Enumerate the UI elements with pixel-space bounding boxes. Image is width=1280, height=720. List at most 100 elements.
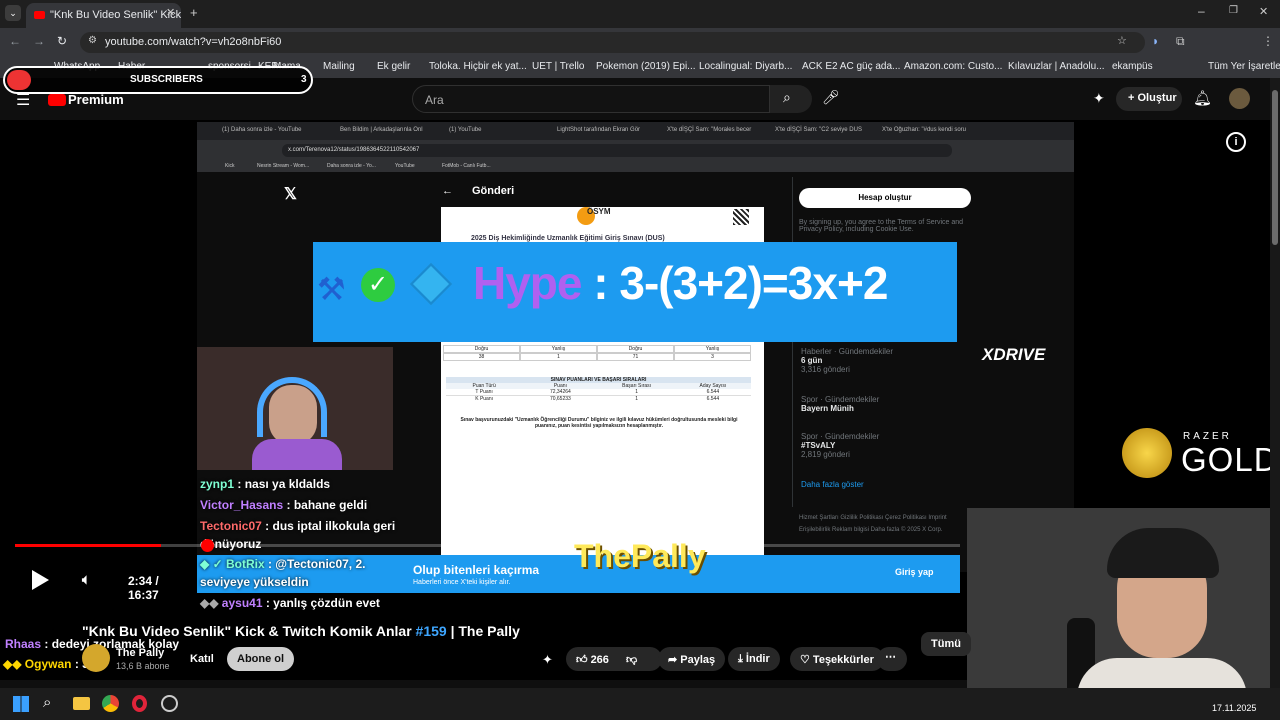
url-field[interactable]: ⚙ youtube.com/watch?v=vh2o8nbFi60 ☆ [80, 32, 1145, 53]
new-tab-icon[interactable]: + [190, 5, 198, 20]
search-icon: ⌕ [783, 89, 791, 105]
hype-text: Hype : 3-(3+2)=3x+2 [473, 256, 888, 310]
notifications-bell-icon[interactable]: 🔔︎ [1193, 89, 1212, 107]
bookmark-item[interactable]: Ek gelir [377, 61, 410, 72]
xdrive-logo: XDRIVE [982, 345, 1046, 364]
minimize-icon[interactable]: – [1198, 4, 1205, 18]
inner-url: x.com/Terenova12/status/1986364522110542… [282, 144, 952, 157]
inner-bookmark: Daha sonra izle - Yo... [327, 163, 376, 169]
streamer-face [269, 385, 317, 445]
cast-badge-icon[interactable]: ✦ [542, 652, 553, 668]
channel-name[interactable]: The Pally [116, 647, 164, 659]
check-badge-icon: ✓ [361, 268, 395, 302]
bookmark-item[interactable]: Tüm Yer İşaretleri [1208, 61, 1280, 72]
post-header: ← Gönderi [430, 177, 770, 207]
score-table: Doğru Yanlış Doğru Yanlış 38 1 71 3 [443, 345, 751, 361]
play-button[interactable] [32, 570, 49, 590]
more-icon: ⋯ [885, 651, 896, 663]
taskbar-date: 17.11.2025 [1212, 703, 1257, 713]
trend-name: Bayern Münih [801, 404, 854, 413]
hammer-icon: ⚒ [317, 271, 346, 307]
chat-text: : bahane geldi [286, 498, 368, 512]
browser-tab-active[interactable]: "Knk Bu Video Senlik" Kick & Tw [26, 3, 181, 28]
obs-icon[interactable] [161, 695, 178, 712]
gold-label: GOLD [1181, 441, 1279, 478]
bookmark-item[interactable]: UET | Trello [532, 61, 584, 72]
volume-icon[interactable]: 🔈︎ [82, 571, 90, 588]
tab-title: "Knk Bu Video Senlik" Kick & Tw [50, 9, 181, 21]
video-title-hashtag[interactable]: #159 [416, 623, 447, 639]
chat-user: Victor_Hasans [200, 498, 284, 512]
trend-item: Haberler · Gündemdekiler 6 gün 3,316 gön… [801, 347, 893, 374]
close-window-icon[interactable]: ✕ [1259, 5, 1268, 18]
chrome-icon[interactable] [102, 695, 119, 712]
results-cell: T Puanı [475, 389, 493, 395]
time-display: 2:34 / 16:37 [128, 574, 159, 602]
maximize-icon[interactable]: ❐ [1229, 5, 1238, 16]
channel-avatar[interactable] [82, 644, 110, 672]
puzzle-icon[interactable]: ⧉ [1176, 34, 1185, 49]
opera-icon[interactable] [132, 695, 147, 712]
cast-icon[interactable]: ✦ [1093, 90, 1105, 107]
dislike-icon[interactable]: 👎︎ [626, 653, 637, 666]
inner-tab-strip: (1) Daha sonra izle - YouTube Ben Bildim… [197, 122, 1074, 140]
doc-logo-text: ÖSYM [587, 207, 611, 216]
bookmark-item[interactable]: Localingual: Diyarb... [699, 61, 792, 72]
bookmark-item[interactable]: Pokemon (2019) Epi... [596, 61, 696, 72]
thumbs-up-icon: 👍︎ [576, 654, 591, 666]
show-more-link: Daha fazla göster [801, 480, 864, 489]
search-taskbar-icon[interactable]: ⌕ [43, 694, 51, 711]
url-text: youtube.com/watch?v=vh2o8nbFi60 [105, 36, 282, 48]
menu-icon[interactable]: ⋮ [1262, 34, 1274, 48]
inner-tab: X'te dİŞÇİ Sam: "Morales becer [667, 127, 752, 133]
banner-title: Olup bitenleri kaçırma [413, 563, 540, 577]
streamer-shirt [252, 439, 342, 470]
tab-list-button[interactable]: ⌄ [5, 5, 21, 21]
share-button[interactable]: ➦ Paylaş [658, 647, 726, 671]
subscriber-count: 13,6 B abone [116, 661, 170, 671]
bookmark-item[interactable]: Amazon.com: Custo... [904, 61, 1002, 72]
chat-user: BotRix [225, 557, 265, 571]
scrollbar-thumb[interactable] [1272, 90, 1278, 245]
info-icon[interactable]: i [1226, 132, 1246, 152]
back-arrow-icon: ← [442, 185, 453, 197]
thanks-icon: ♡ [800, 654, 813, 666]
subscribe-button[interactable]: Abone ol [227, 647, 295, 671]
file-explorer-icon[interactable] [73, 697, 90, 710]
results-cell: 70,65233 [549, 396, 571, 402]
create-button[interactable]: + Oluştur [1116, 87, 1182, 111]
extensions-icon[interactable]: ◗ [1152, 34, 1159, 48]
progress-scrubber[interactable] [201, 539, 214, 552]
bookmark-item[interactable]: Kılavuzlar | Anadolu... [1008, 61, 1105, 72]
voice-search-icon[interactable]: 🎤︎ [822, 89, 850, 109]
chat-user: Ogywan [24, 657, 72, 671]
like-button[interactable]: 👍︎ 266 👎︎ [566, 647, 662, 671]
bookmark-star-icon[interactable]: ☆ [1117, 34, 1127, 47]
all-filter-chip[interactable]: Tümü [921, 632, 971, 656]
bookmark-item[interactable]: ekampüs [1112, 61, 1153, 72]
more-actions-button[interactable]: ⋯ [877, 647, 907, 671]
chat-user: zynp1 [200, 477, 235, 491]
close-tab-icon[interactable]: ✕ [166, 6, 175, 19]
bookmark-item[interactable]: ACK E2 AC güç ada... [802, 61, 900, 72]
forward-icon[interactable]: → [33, 34, 45, 48]
youtube-logo-icon[interactable] [48, 94, 66, 106]
windows-start-icon[interactable] [13, 696, 29, 712]
back-icon[interactable]: ← [9, 34, 21, 48]
search-input[interactable]: Ara [412, 85, 770, 113]
trend-category: Spor · Gündemdekiler [801, 432, 880, 441]
x-right-panel: Hesap oluştur By signing up, you agree t… [792, 177, 992, 507]
avatar[interactable] [1229, 88, 1250, 109]
bookmark-item[interactable]: Mailing [323, 61, 355, 72]
player-controls: 🔈︎ 2:34 / 16:37 [0, 560, 190, 602]
thanks-button[interactable]: ♡ Teşekkürler [790, 647, 884, 671]
reload-icon[interactable]: ↻ [57, 34, 67, 48]
join-button[interactable]: Katıl [180, 647, 224, 671]
search-button[interactable]: ⌕ [770, 85, 812, 113]
chat-text: seviyeye yükseldin [200, 575, 309, 589]
download-button[interactable]: ⤓ İndir [728, 647, 780, 671]
bookmark-item[interactable]: Toloka. Hiçbir ek yat... [429, 61, 527, 72]
share-icon: ➦ [668, 654, 681, 666]
chat-text: : dus iptal ilkokula geri [265, 519, 396, 533]
qr-code [733, 209, 749, 225]
